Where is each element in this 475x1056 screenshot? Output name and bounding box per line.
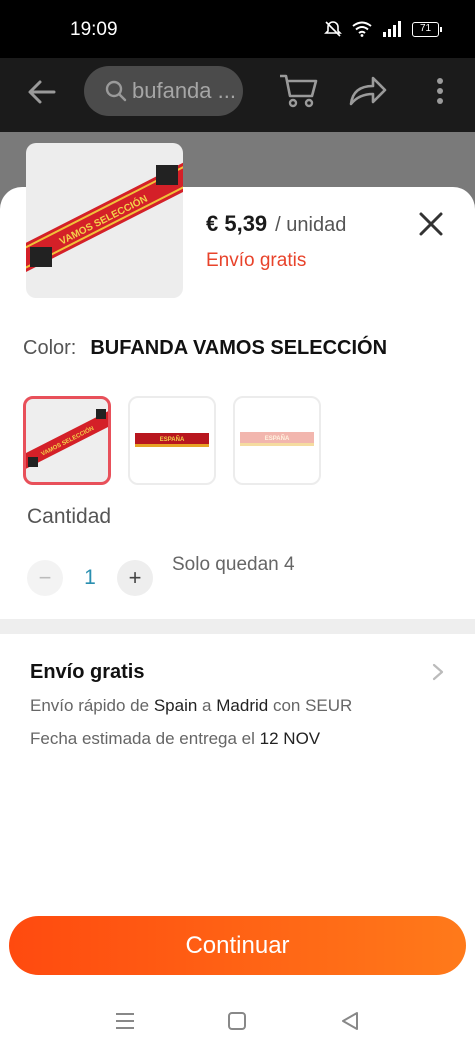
quantity-value[interactable]: 1 (63, 566, 117, 590)
more-options-icon[interactable] (430, 76, 450, 106)
mute-icon (324, 21, 342, 37)
status-icons: 71 (324, 20, 442, 38)
back-arrow-icon[interactable] (26, 76, 58, 108)
sku-selector-sheet: € 5,39 / unidad Envío gratis Color: BUFA… (0, 187, 475, 1056)
recent-apps-icon[interactable] (114, 1011, 136, 1031)
home-icon[interactable] (227, 1011, 247, 1031)
color-row: Color: BUFANDA VAMOS SELECCIÓN (23, 337, 387, 360)
shipping-eta-prefix: Fecha estimada de entrega el (30, 729, 255, 748)
price-unit: / unidad (275, 214, 347, 236)
increase-quantity-button[interactable]: + (117, 560, 153, 596)
search-input[interactable]: bufanda ... (84, 66, 243, 116)
search-icon (105, 80, 127, 102)
shipping-route-mid: a (202, 696, 212, 715)
battery-icon: 71 (412, 21, 442, 37)
scarf-image: VAMOS SELECCIÓN (26, 160, 183, 275)
product-image: VAMOS SELECCIÓN (26, 143, 183, 298)
status-bar: 19:09 71 (0, 0, 475, 58)
swatch-espana-red[interactable]: ESPAÑA (128, 396, 216, 485)
thumb-scarf-text: VAMOS SELECCIÓN (57, 192, 149, 248)
continue-button[interactable]: Continuar (9, 916, 466, 975)
signal-icon (383, 21, 401, 37)
system-navigation-bar (0, 997, 475, 1056)
shipping-destination: Madrid (216, 696, 269, 715)
status-time: 19:09 (70, 19, 118, 40)
shipping-eta-date: 12 NOV (259, 729, 321, 748)
close-icon[interactable] (416, 209, 446, 239)
stock-remaining: Solo quedan 4 (172, 554, 295, 575)
price: € 5,39 (206, 211, 268, 236)
shipping-eta: Fecha estimada de entrega el 12 NOV (30, 729, 320, 749)
swatch-image-2: ESPAÑA (135, 433, 209, 447)
free-shipping-tag: Envío gratis (206, 250, 307, 271)
quantity-stepper: − 1 + (27, 560, 153, 596)
swatch-2-text: ESPAÑA (160, 436, 185, 443)
section-divider (0, 619, 475, 634)
swatch-espana-pink[interactable]: ESPAÑA (233, 396, 321, 485)
shipping-title[interactable]: Envío gratis (30, 661, 144, 684)
shipping-route-prefix: Envío rápido de (30, 696, 150, 715)
swatch-image-3: ESPAÑA (240, 432, 314, 446)
swatch-vamos-seleccion[interactable]: VAMOS SELECCIÓN (23, 396, 111, 485)
search-text: bufanda ... (132, 78, 236, 103)
shipping-route: Envío rápido de Spain a Madrid con SEUR (30, 696, 352, 716)
shipping-origin: Spain (153, 696, 198, 715)
quantity-label: Cantidad (27, 505, 112, 528)
swatch-3-text: ESPAÑA (265, 435, 290, 442)
top-nav: bufanda ... (0, 58, 475, 132)
back-triangle-icon[interactable] (340, 1011, 360, 1031)
cart-icon[interactable] (278, 72, 318, 108)
color-swatches: VAMOS SELECCIÓN ESPAÑA ESPAÑA (23, 396, 321, 485)
color-value: BUFANDA VAMOS SELECCIÓN (90, 337, 388, 359)
price-row: € 5,39 / unidad (206, 211, 346, 237)
color-label: Color: (23, 337, 77, 359)
swatch-image-1: VAMOS SELECCIÓN (26, 408, 108, 472)
decrease-quantity-button[interactable]: − (27, 560, 63, 596)
shipping-carrier: con SEUR (272, 696, 353, 715)
wifi-icon (352, 21, 372, 37)
share-icon[interactable] (349, 74, 387, 106)
swatch-1-text: VAMOS SELECCIÓN (40, 424, 96, 458)
chevron-right-icon[interactable] (430, 662, 446, 682)
